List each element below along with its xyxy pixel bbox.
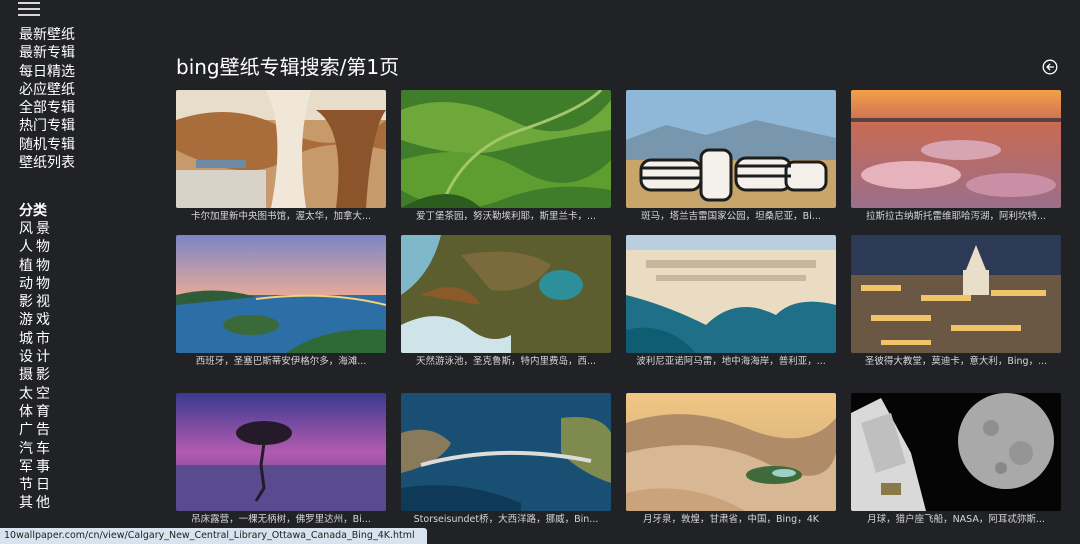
category-people[interactable]: 人物 [19,238,53,256]
wallpaper-caption[interactable]: 圣彼得大教堂，莫迪卡，意大利，Bing，... [851,355,1061,368]
nav-item-all-albums[interactable]: 全部专辑 [19,99,75,117]
nav-item-daily-picks[interactable]: 每日精选 [19,63,75,81]
main-nav: 最新壁纸 最新专辑 每日精选 必应壁纸 全部专辑 热门专辑 随机专辑 壁纸列表 [19,26,75,172]
back-button[interactable] [1042,59,1058,75]
wallpaper-thumbnail[interactable] [401,393,611,511]
wallpaper-card[interactable]: 西班牙，圣塞巴斯蒂安伊格尔多，海滩... [176,235,386,368]
nav-item-random-albums[interactable]: 随机专辑 [19,136,75,154]
page-title: bing壁纸专辑搜索/第1页 [176,55,400,79]
status-bar-url: 10wallpaper.com/cn/view/Calgary_New_Cent… [0,528,427,544]
wallpaper-thumbnail[interactable] [401,235,611,353]
category-photography[interactable]: 摄影 [19,366,53,384]
wallpaper-caption[interactable]: 月牙泉，敦煌，甘肃省，中国，Bing，4K [626,513,836,526]
wallpaper-thumbnail[interactable] [626,235,836,353]
wallpaper-caption[interactable]: Storseisundet桥，大西洋路，挪威，Bin... [401,513,611,526]
category-holidays[interactable]: 节日 [19,476,53,494]
category-heading: 分类 [19,203,47,219]
wallpaper-card[interactable]: 月牙泉，敦煌，甘肃省，中国，Bing，4K [626,393,836,526]
category-space[interactable]: 太空 [19,385,53,403]
wallpaper-caption[interactable]: 西班牙，圣塞巴斯蒂安伊格尔多，海滩... [176,355,386,368]
wallpaper-card[interactable]: 吊床露营，一棵无柄树，佛罗里达州，Bi... [176,393,386,526]
category-other[interactable]: 其他 [19,494,53,512]
wallpaper-card[interactable]: 爱丁堡茶园，努沃勒埃利耶，斯里兰卡，... [401,90,611,223]
nav-item-latest-albums[interactable]: 最新专辑 [19,44,75,62]
wallpaper-caption[interactable]: 斑马，塔兰吉雷国家公园，坦桑尼亚，Bi... [626,210,836,223]
nav-item-latest-wallpapers[interactable]: 最新壁纸 [19,26,75,44]
category-ads[interactable]: 广告 [19,421,53,439]
wallpaper-thumbnail[interactable] [176,90,386,208]
hamburger-menu-icon[interactable] [18,2,40,16]
wallpaper-thumbnail[interactable] [626,90,836,208]
wallpaper-caption[interactable]: 天然游泳池，圣克鲁斯，特内里费岛，西... [401,355,611,368]
nav-item-popular-albums[interactable]: 热门专辑 [19,117,75,135]
nav-item-bing-wallpapers[interactable]: 必应壁纸 [19,81,75,99]
wallpaper-card[interactable]: 拉斯拉古纳斯托雷维耶哈泻湖，阿利坎特... [851,90,1061,223]
nav-item-wallpaper-list[interactable]: 壁纸列表 [19,154,75,172]
category-animals[interactable]: 动物 [19,275,53,293]
category-cars[interactable]: 汽车 [19,440,53,458]
wallpaper-thumbnail[interactable] [851,90,1061,208]
category-sports[interactable]: 体育 [19,403,53,421]
category-plants[interactable]: 植物 [19,257,53,275]
wallpaper-caption[interactable]: 波利尼亚诺阿马雷，地中海海岸，普利亚，... [626,355,836,368]
category-games[interactable]: 游戏 [19,311,53,329]
wallpaper-thumbnail[interactable] [401,90,611,208]
wallpaper-caption[interactable]: 卡尔加里新中央图书馆，渥太华，加拿大... [176,210,386,223]
wallpaper-card[interactable]: 月球，猎户座飞船，NASA，阿耳忒弥斯... [851,393,1061,526]
wallpaper-caption[interactable]: 月球，猎户座飞船，NASA，阿耳忒弥斯... [851,513,1061,526]
category-list: 风景 人物 植物 动物 影视 游戏 城市 设计 摄影 太空 体育 广告 汽车 军… [19,220,53,513]
arrow-left-circle-icon [1042,59,1058,75]
sidebar: 最新壁纸 最新专辑 每日精选 必应壁纸 全部专辑 热门专辑 随机专辑 壁纸列表 … [0,0,120,544]
category-film[interactable]: 影视 [19,293,53,311]
wallpaper-thumbnail[interactable] [176,393,386,511]
category-military[interactable]: 军事 [19,458,53,476]
wallpaper-caption[interactable]: 吊床露营，一棵无柄树，佛罗里达州，Bi... [176,513,386,526]
category-design[interactable]: 设计 [19,348,53,366]
wallpaper-card[interactable]: 斑马，塔兰吉雷国家公园，坦桑尼亚，Bi... [626,90,836,223]
wallpaper-caption[interactable]: 爱丁堡茶园，努沃勒埃利耶，斯里兰卡，... [401,210,611,223]
wallpaper-card[interactable]: Storseisundet桥，大西洋路，挪威，Bin... [401,393,611,526]
wallpaper-card[interactable]: 波利尼亚诺阿马雷，地中海海岸，普利亚，... [626,235,836,368]
category-scenery[interactable]: 风景 [19,220,53,238]
wallpaper-card[interactable]: 圣彼得大教堂，莫迪卡，意大利，Bing，... [851,235,1061,368]
wallpaper-thumbnail[interactable] [176,235,386,353]
wallpaper-thumbnail[interactable] [626,393,836,511]
wallpaper-card[interactable]: 天然游泳池，圣克鲁斯，特内里费岛，西... [401,235,611,368]
wallpaper-card[interactable]: 卡尔加里新中央图书馆，渥太华，加拿大... [176,90,386,223]
wallpaper-caption[interactable]: 拉斯拉古纳斯托雷维耶哈泻湖，阿利坎特... [851,210,1061,223]
wallpaper-thumbnail[interactable] [851,393,1061,511]
wallpaper-thumbnail[interactable] [851,235,1061,353]
category-city[interactable]: 城市 [19,330,53,348]
